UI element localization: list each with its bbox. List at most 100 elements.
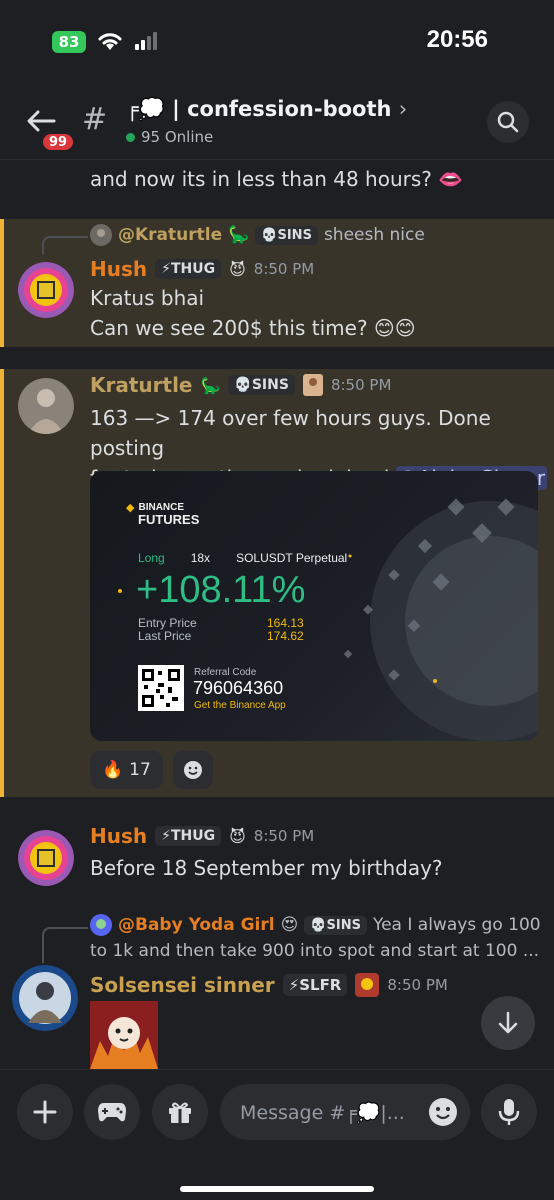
trade-screenshot-image[interactable]: ◆ BINANCE FUTURES Long 18x SOLUSDT Perpe… [90, 471, 538, 741]
reaction-bar: 🔥 17 [90, 751, 213, 789]
emoji-picker-icon[interactable] [428, 1097, 458, 1127]
timestamp: 8:50 PM [253, 827, 315, 845]
binance-diamond-icon: ◆ [126, 501, 135, 514]
message-text: and now its in less than 48 hours? 👄 [90, 167, 464, 191]
reply-text: sheesh nice [323, 225, 425, 245]
message-line: Kratus bhai [90, 286, 205, 310]
reply-author-emoji: 🦕 [228, 225, 250, 245]
add-attachment-button[interactable] [17, 1084, 73, 1140]
gift-icon [169, 1102, 191, 1123]
message-input-placeholder: Message #╒💭|... [240, 1101, 405, 1124]
trade-info-row: Long 18x SOLUSDT Perpetual [138, 551, 347, 565]
reply-connector [42, 236, 88, 254]
avatar[interactable] [18, 830, 74, 886]
avatar[interactable] [18, 378, 74, 434]
channel-title[interactable]: ╒💭 | confession-booth › [126, 97, 407, 122]
battery-indicator: 83 [52, 31, 86, 53]
clock: 20:56 [426, 26, 488, 53]
message-body: Kratus bhai Can we see 200$ this time? 😊… [90, 283, 416, 343]
message-line: Before 18 September my birthday? [90, 856, 443, 880]
timestamp: 8:50 PM [253, 260, 315, 278]
price-values: 164.13 174.62 [267, 617, 304, 643]
message-header: Solsensei sinner ⚡SLFR 8:50 PM [90, 973, 448, 997]
reaction-chip[interactable]: 🔥 17 [90, 751, 163, 789]
role-tag: 💀SINS [255, 225, 318, 245]
timestamp: 8:50 PM [330, 376, 392, 394]
reply-text: Yea I always go 100 [372, 915, 541, 935]
trade-pair: SOLUSDT Perpetual [236, 551, 348, 565]
avatar[interactable] [12, 965, 78, 1031]
message-header: Hush ⚡THUG 😈 8:50 PM [90, 824, 314, 848]
author-name[interactable]: Hush [90, 257, 147, 281]
voice-message-button[interactable] [481, 1084, 537, 1140]
role-tag: 💀SINS [228, 375, 295, 395]
plus-icon [33, 1100, 57, 1124]
channel-name: confession-booth [187, 97, 392, 121]
online-count: 95 Online [126, 128, 213, 146]
unread-badge: 99 [40, 131, 77, 153]
role-tag: ⚡SLFR [282, 974, 348, 996]
cellular-signal-icon [135, 32, 157, 50]
message-continuation: and now its in less than 48 hours? 👄 [90, 164, 463, 194]
role-emoji: 😈 [229, 259, 246, 279]
status-bar: 83 20:56 [0, 0, 554, 80]
reply-author: @Kraturtle [118, 225, 223, 245]
avatar[interactable] [18, 262, 74, 318]
price-labels: Entry Price Last Price [138, 617, 197, 643]
reply-text-continued: to 1k and then take 900 into spot and st… [90, 941, 540, 961]
role-tag: ⚡THUG [155, 826, 222, 846]
reply-author: @Baby Yoda Girl [118, 915, 275, 935]
message-input[interactable]: Message #╒💭|... [220, 1084, 470, 1140]
author-name[interactable]: Kraturtle [90, 373, 193, 397]
smiley-icon [183, 761, 202, 779]
channel-prefix: ╒💭 | [126, 97, 180, 121]
arrow-down-icon [498, 1011, 518, 1034]
activities-button[interactable] [84, 1084, 140, 1140]
reply-preview[interactable]: @Kraturtle 🦕 💀SINS sheesh nice [90, 224, 425, 246]
message-header: Kraturtle 🦕 💀SINS 8:50 PM [90, 373, 391, 397]
gift-button[interactable] [152, 1084, 208, 1140]
reaction-count: 17 [129, 760, 151, 780]
reply-avatar [90, 224, 112, 246]
jump-to-latest-button[interactable] [481, 996, 535, 1050]
card-product: FUTURES [138, 512, 200, 527]
timestamp: 8:50 PM [387, 976, 448, 994]
reply-preview[interactable]: @Baby Yoda Girl 😍 💀SINS Yea I always go … [90, 914, 541, 936]
gamepad-icon [98, 1103, 126, 1122]
search-button[interactable] [487, 101, 529, 143]
channel-header: 99 # ╒💭 | confession-booth › 95 Online [0, 80, 554, 160]
channel-hash-icon: # [82, 102, 108, 137]
search-icon [497, 111, 519, 133]
qr-code [138, 665, 184, 711]
message-line: Can we see 200$ this time? 😊😊 [90, 316, 416, 340]
last-price-label: Last Price [138, 629, 192, 643]
microphone-icon [498, 1099, 520, 1125]
referral-label: Referral Code [194, 667, 257, 678]
reply-avatar [90, 914, 112, 936]
wifi-icon [98, 33, 122, 50]
get-app-text: Get the Binance App [194, 700, 286, 711]
online-text: 95 Online [141, 128, 214, 146]
add-reaction-button[interactable] [172, 751, 213, 789]
author-emoji: 🦕 [200, 375, 221, 395]
referral-code: 796064360 [193, 678, 284, 698]
trade-side: Long [138, 551, 165, 565]
role-tag: 💀SINS [304, 915, 367, 935]
chevron-right-icon: › [398, 97, 408, 121]
trade-leverage: 18x [190, 551, 211, 565]
author-name[interactable]: Solsensei sinner [90, 973, 275, 997]
online-dot-icon [126, 132, 135, 142]
message-list[interactable]: and now its in less than 48 hours? 👄 @Kr… [0, 161, 554, 1069]
sticker-image[interactable] [90, 1001, 158, 1069]
role-badge-icon [302, 374, 323, 396]
role-badge-icon [355, 973, 380, 997]
battery-level: 83 [58, 33, 80, 51]
role-tag: ⚡THUG [155, 259, 222, 279]
message-header: Hush ⚡THUG 😈 8:50 PM [90, 257, 314, 281]
message-line: 163 —> 174 over few hours guys. Done pos… [90, 406, 491, 460]
message-body: Before 18 September my birthday? [90, 853, 443, 883]
author-name[interactable]: Hush [90, 824, 147, 848]
reply-connector [42, 927, 88, 963]
home-indicator [180, 1186, 374, 1192]
reaction-emoji: 🔥 [102, 760, 124, 780]
